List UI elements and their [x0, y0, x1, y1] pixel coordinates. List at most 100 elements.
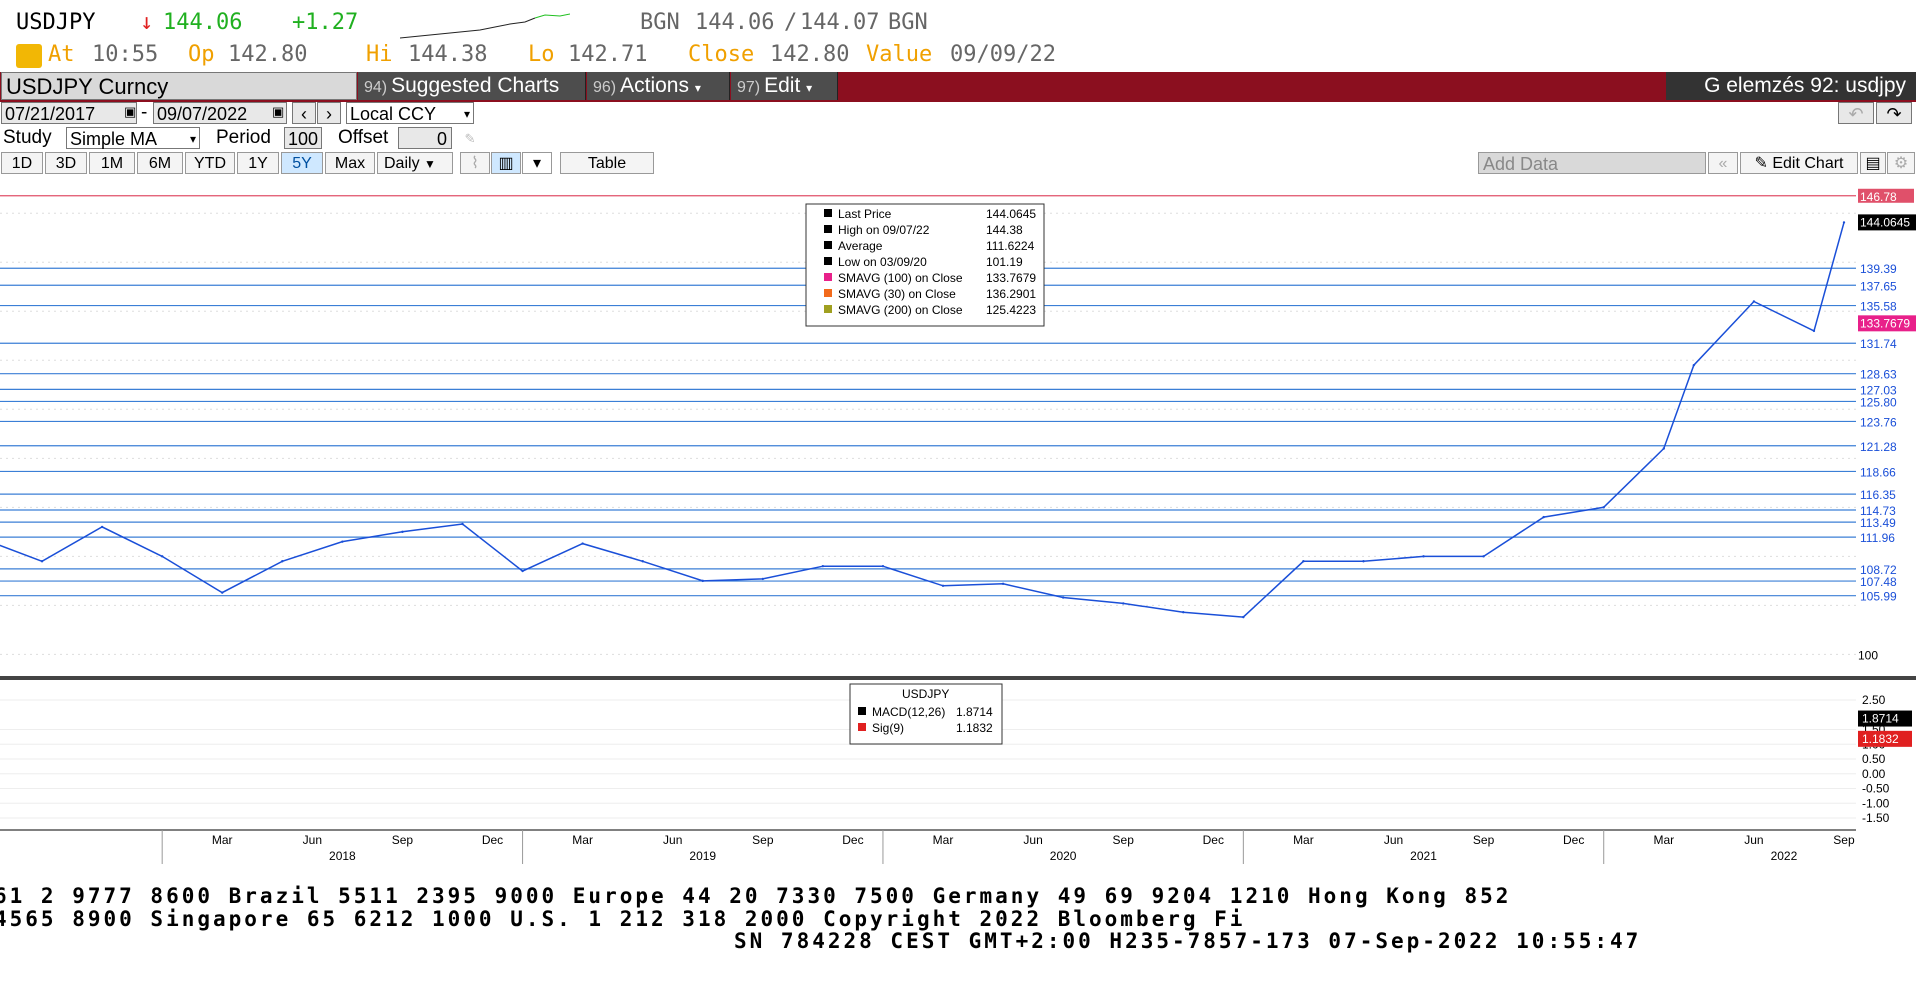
x-month-label: Dec: [1203, 833, 1224, 847]
bid: 144.06: [695, 10, 775, 35]
x-year-label: 2021: [1410, 849, 1437, 863]
x-month-label: Sep: [392, 833, 414, 847]
price-point: [1662, 447, 1665, 450]
price-point: [1482, 555, 1485, 558]
legend-value: 111.6224: [986, 239, 1035, 253]
open: 142.80: [228, 42, 308, 67]
price-axis-tick: 100: [1858, 648, 1878, 662]
suggested-charts-button[interactable]: 94) Suggested Charts: [358, 72, 586, 100]
x-month-label: Mar: [933, 833, 954, 847]
bgn-label-2: BGN: [888, 10, 928, 35]
gear-icon[interactable]: ⚙: [1887, 152, 1915, 174]
edit-chart-button[interactable]: ✎ Edit Chart: [1740, 152, 1858, 174]
edit-menu[interactable]: 97) Edit ▾: [731, 72, 838, 100]
price-point: [1542, 515, 1545, 519]
table-button[interactable]: Table: [560, 152, 654, 174]
calendar-icon[interactable]: ▣: [124, 104, 136, 120]
contact-line-2: 4565 8900 Singapore 65 6212 1000 U.S. 1 …: [0, 907, 1246, 931]
date-to-input[interactable]: 09/07/2022: [153, 102, 287, 124]
price-point: [1692, 363, 1696, 367]
tab-3d[interactable]: 3D: [45, 152, 87, 174]
price-point: [821, 564, 825, 568]
x-month-label: Jun: [1023, 833, 1042, 847]
price-point: [281, 560, 284, 563]
candle-chart-icon[interactable]: ▥: [491, 152, 521, 174]
tab-1y[interactable]: 1Y: [237, 152, 279, 174]
actions-menu[interactable]: 96) Actions ▾: [587, 72, 730, 100]
price-point: [1812, 329, 1816, 333]
security-field[interactable]: USDJPY Curncy: [1, 72, 357, 100]
x-month-label: Sep: [1473, 833, 1495, 847]
tab-max[interactable]: Max: [325, 152, 375, 174]
macd-axis-tick: -1.50: [1862, 811, 1890, 825]
pencil-icon[interactable]: ✎: [465, 128, 475, 147]
period-input[interactable]: 100: [284, 127, 322, 149]
study-label: Study: [3, 127, 52, 148]
price-point: [1061, 596, 1065, 599]
frequency-select[interactable]: Daily ▼: [377, 152, 453, 174]
prev-arrow-icon[interactable]: ‹: [292, 102, 316, 124]
macd-value-label: 1.8714: [1862, 712, 1899, 726]
level-label: 111.96: [1860, 531, 1895, 545]
x-month-label: Mar: [212, 833, 233, 847]
price-point: [941, 584, 945, 587]
level-label: 121.28: [1860, 440, 1897, 454]
legend-value: 136.2901: [986, 287, 1036, 301]
price-point: [581, 542, 584, 545]
chart-settings-icon[interactable]: ▤: [1860, 152, 1886, 174]
tab-5y[interactable]: 5Y: [281, 152, 323, 174]
alarm-clock-icon[interactable]: [16, 44, 42, 68]
low-label: Lo: [528, 42, 555, 67]
x-month-label: Dec: [1563, 833, 1584, 847]
macd-axis-tick: 2.50: [1862, 693, 1886, 707]
line-chart-icon[interactable]: ⌇: [460, 152, 490, 174]
next-arrow-icon[interactable]: ›: [317, 102, 341, 124]
legend-swatch: [824, 257, 832, 265]
panel-separator: [0, 676, 1916, 680]
price-point: [761, 577, 765, 581]
price-point: [100, 525, 104, 529]
low: 142.71: [568, 42, 648, 67]
price-point: [1362, 560, 1365, 563]
price-chart[interactable]: 146.78139.39137.65135.58131.74128.63127.…: [0, 174, 1916, 864]
price-point: [341, 540, 344, 543]
undo-icon[interactable]: ↶: [1838, 102, 1874, 124]
offset-input[interactable]: 0: [398, 127, 452, 149]
price-point: [521, 569, 524, 573]
level-label: 123.76: [1860, 415, 1897, 429]
chart-type-dropdown-icon[interactable]: ▾: [522, 152, 552, 174]
date-from-input[interactable]: 07/21/2017: [1, 102, 137, 124]
tab-ytd[interactable]: YTD: [185, 152, 235, 174]
tab-1d[interactable]: 1D: [1, 152, 43, 174]
legend-swatch: [824, 273, 832, 281]
value-label: Value: [866, 42, 933, 67]
level-label: 135.58: [1860, 300, 1897, 314]
session-line: SN 784228 CEST GMT+2:00 H235-7857-173 07…: [734, 929, 1642, 953]
redo-icon[interactable]: ↷: [1876, 102, 1912, 124]
legend-swatch: [824, 289, 832, 297]
legend-value: 101.19: [986, 255, 1023, 269]
study-select[interactable]: Simple MA ▾: [66, 127, 200, 149]
offset-label: Offset: [338, 127, 389, 148]
macd-legend-swatch: [858, 723, 866, 731]
x-month-label: Sep: [1113, 833, 1135, 847]
level-label: 139.39: [1860, 262, 1897, 276]
calendar-icon[interactable]: ▣: [272, 104, 284, 120]
tab-6m[interactable]: 6M: [137, 152, 183, 174]
x-month-label: Jun: [663, 833, 682, 847]
x-month-label: Sep: [752, 833, 774, 847]
level-label: 107.48: [1860, 575, 1897, 589]
level-label: 116.35: [1860, 488, 1896, 502]
currency-select[interactable]: Local CCY ▾: [346, 102, 474, 124]
level-label: 146.78: [1860, 190, 1897, 204]
group-title: G elemzés 92: usdjpy: [1666, 72, 1916, 100]
open-label: Op: [188, 42, 215, 67]
add-data-input[interactable]: Add Data: [1478, 152, 1706, 174]
price-point: [160, 555, 164, 558]
tab-1m[interactable]: 1M: [89, 152, 135, 174]
collapse-icon[interactable]: «: [1708, 152, 1738, 174]
legend-value: 144.0645: [986, 207, 1036, 221]
price-point: [1242, 615, 1245, 619]
price-point: [1602, 506, 1605, 509]
legend-label: SMAVG (30) on Close: [838, 287, 956, 301]
